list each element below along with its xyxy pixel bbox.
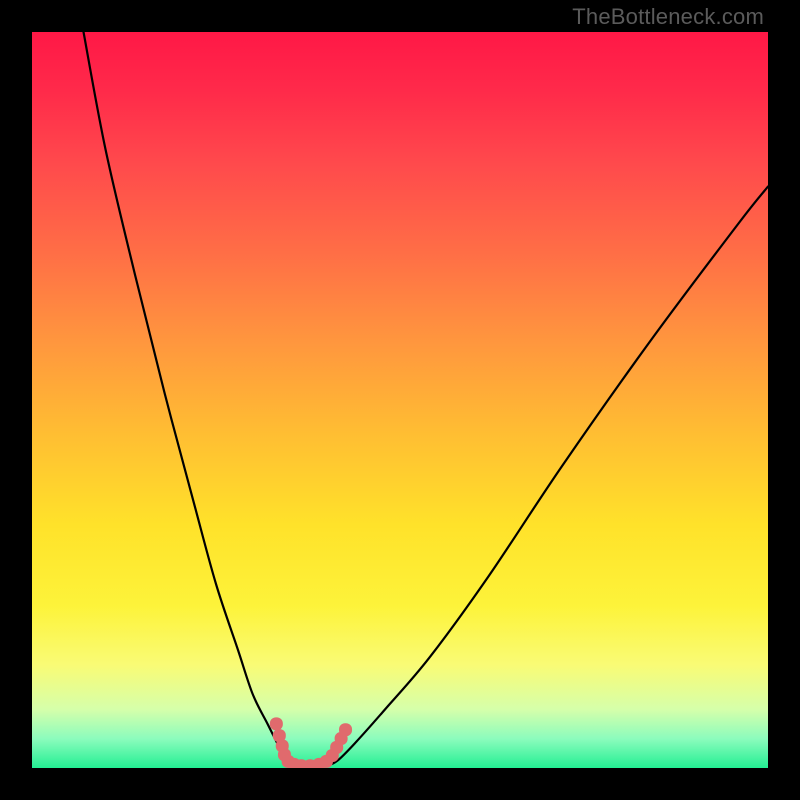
highlight-markers [270, 717, 352, 768]
curve-line [84, 32, 768, 767]
watermark-text: TheBottleneck.com [572, 4, 764, 30]
plot-area [32, 32, 768, 768]
bottleneck-curve [84, 32, 768, 767]
curves-svg [32, 32, 768, 768]
marker-dot [270, 717, 283, 730]
marker-dot [339, 723, 352, 736]
chart-frame: TheBottleneck.com [0, 0, 800, 800]
